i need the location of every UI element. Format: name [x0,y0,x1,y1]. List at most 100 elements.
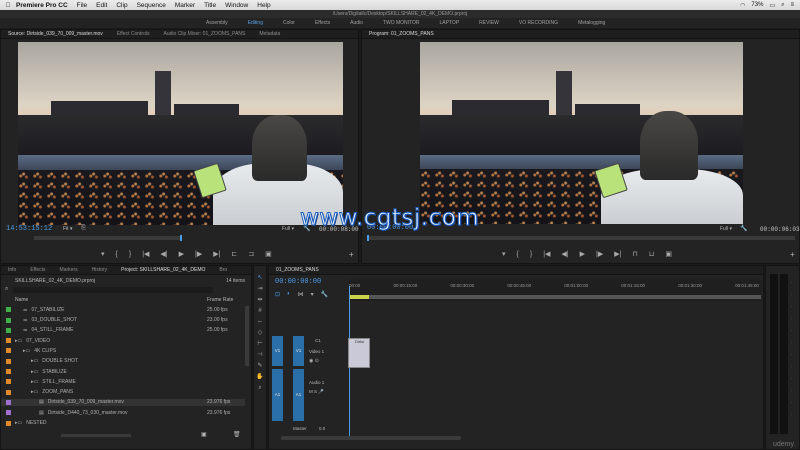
extract-icon[interactable]: ⊔ [649,250,654,258]
project-list-item[interactable]: ⚌ 04_STILL_FRAME 25.00 fps [1,327,245,335]
play-icon[interactable]: ▶ [580,250,585,258]
mark-in-icon[interactable]: { [116,251,118,258]
menu-marker[interactable]: Marker [175,2,195,9]
play-icon[interactable]: ▶ [179,250,184,258]
menu-sequence[interactable]: Sequence [137,2,166,9]
apple-icon[interactable]:  [0,2,16,9]
source-video-frame[interactable] [18,42,343,225]
program-add-button[interactable]: + [790,250,795,259]
menu-window[interactable]: Window [225,2,248,9]
source-scrub-bar[interactable] [34,235,182,241]
track-select-icon[interactable]: ⇥ [256,285,264,293]
lift-icon[interactable]: ⊓ [632,250,637,258]
source-fit-select[interactable]: Fit ▾ [63,226,72,232]
workspace-audio[interactable]: Audio [340,20,373,26]
workspace-vo-recording[interactable]: VO RECORDING [509,20,568,26]
workspace-metalogging[interactable]: Metalogging [568,20,615,26]
menu-file[interactable]: File [77,2,87,9]
snap-icon[interactable]: ◐ [287,291,291,298]
linked-selection-icon[interactable]: ⋈ [298,291,304,298]
project-list-item[interactable]: ▤ Dirtside_039_70_009_master.mov 23.976 fp… [1,398,245,407]
program-video-frame[interactable] [420,42,743,224]
source-add-button[interactable]: + [349,250,354,259]
marker-icon[interactable]: ▾ [502,250,506,258]
timeline-ruler[interactable]: 00:00 00:00:15:00 00:00:30:00 00:00:45:0… [349,279,761,301]
menu-app[interactable]: Premiere Pro CC [16,2,68,9]
menu-edit[interactable]: Edit [96,2,107,9]
work-area-bar[interactable] [349,295,761,299]
project-list-item[interactable]: ▸▭ 07_VIDEO [1,337,245,345]
timeline-settings-icon[interactable]: 🔧 [321,291,328,298]
track-target-a1[interactable]: A1 [293,369,304,421]
timeline-h-scrollbar[interactable] [281,436,461,440]
tab-effects[interactable]: Effects [23,267,52,273]
step-back-icon[interactable]: ◀| [561,250,568,258]
label-color-swatch[interactable] [6,410,11,416]
source-resolution-select[interactable]: Full ▾ [282,226,294,232]
program-wrench-icon[interactable]: 🔧 [740,225,747,232]
step-forward-icon[interactable]: |▶ [596,250,603,258]
add-marker-icon[interactable]: ▾ [311,291,314,298]
col-header-name[interactable]: Name [15,297,28,303]
menu-clip[interactable]: Clip [116,2,127,9]
export-frame-icon[interactable]: ▣ [665,250,672,258]
video-clip[interactable]: Dirtsi [348,338,370,368]
project-search-icon[interactable]: ⌕ [5,286,8,293]
label-color-swatch[interactable] [6,338,11,344]
col-header-frame-rate[interactable]: Frame Rate [207,297,233,303]
label-color-swatch[interactable] [6,420,11,426]
zoom-icon[interactable]: ⌕ [256,384,264,392]
tab-markers[interactable]: Markers [53,267,85,273]
rate-stretch-icon[interactable]: ⇔ [256,318,264,326]
label-color-swatch[interactable] [6,327,11,333]
insert-icon[interactable]: ⊏ [231,250,237,258]
timeline-timecode[interactable]: 00:00:00:00 [275,278,321,286]
razor-icon[interactable]: ◇ [256,329,264,337]
hand-icon[interactable]: ✋ [256,373,264,381]
project-scrollbar[interactable] [245,306,249,366]
project-list-item[interactable]: ▸▭ STABILIZE [1,368,245,376]
workspace-two-monitor[interactable]: TWO MONITOR [373,20,430,26]
label-color-swatch[interactable] [6,379,11,385]
tab-sequence[interactable]: 01_ZOOMS_PANS [269,267,326,273]
track-mute-solo[interactable]: M S 🎤 [309,389,324,395]
source-patch-v1[interactable]: V1 [272,336,283,366]
search-icon[interactable]: ⌕ [781,2,784,9]
label-color-swatch[interactable] [6,389,11,395]
project-list-item[interactable]: ▸▭ ZOOM_PANS [1,388,245,396]
workspace-review[interactable]: REVIEW [469,20,509,26]
workspace-effects[interactable]: Effects [305,20,340,26]
rolling-edit-icon[interactable]: # [256,307,264,315]
label-color-swatch[interactable] [6,369,11,375]
tab-metadata[interactable]: Metadata [252,31,287,37]
menu-help[interactable]: Help [257,2,270,9]
source-patch-a1[interactable]: A1 [272,369,283,421]
tab-info[interactable]: Info [1,267,23,273]
go-to-in-icon[interactable]: |◀ [142,250,149,258]
project-search-input[interactable] [13,287,213,293]
project-list-item[interactable]: ▸▭ NESTED [1,419,245,427]
tab-browser[interactable]: Bro [212,267,234,273]
project-list-item[interactable]: ▸▭ STILL_FRAME [1,378,245,386]
nest-icon[interactable]: ⊡ [275,291,280,298]
ripple-edit-icon[interactable]: ⇹ [256,296,264,304]
menu-list-icon[interactable]: ≡ [790,2,794,8]
battery-icon[interactable]: ▭ [769,2,775,9]
mark-in-icon[interactable]: { [517,251,519,258]
selection-tool-icon[interactable]: ↖ [256,274,264,282]
track-eye-icon[interactable]: ◉ ⊙ [309,358,319,364]
slide-icon[interactable]: ⊣ [256,351,264,359]
go-to-in-icon[interactable]: |◀ [543,250,550,258]
project-list-item[interactable]: ▸▭ DOUBLE SHOT [1,358,245,366]
mark-out-icon[interactable]: } [530,251,532,258]
delete-icon[interactable]: 🗑 [233,431,241,438]
workspace-color[interactable]: Color [273,20,305,26]
program-resolution-select[interactable]: Full ▾ [720,226,732,232]
tab-effect-controls[interactable]: Effect Controls [110,31,157,37]
step-forward-icon[interactable]: |▶ [195,250,202,258]
project-list-item[interactable]: ▸▭ 4K CLIPS [1,347,245,355]
project-list-item[interactable]: ⚌ 03_DOUBLE_SHOT 23.00 fps [1,316,245,324]
project-list-item[interactable]: ▤ Dirtside_D440_73_030_master.mov 23.976 f… [1,409,245,417]
step-back-icon[interactable]: ◀| [160,250,167,258]
wifi-icon[interactable]: ◠ [740,2,745,9]
